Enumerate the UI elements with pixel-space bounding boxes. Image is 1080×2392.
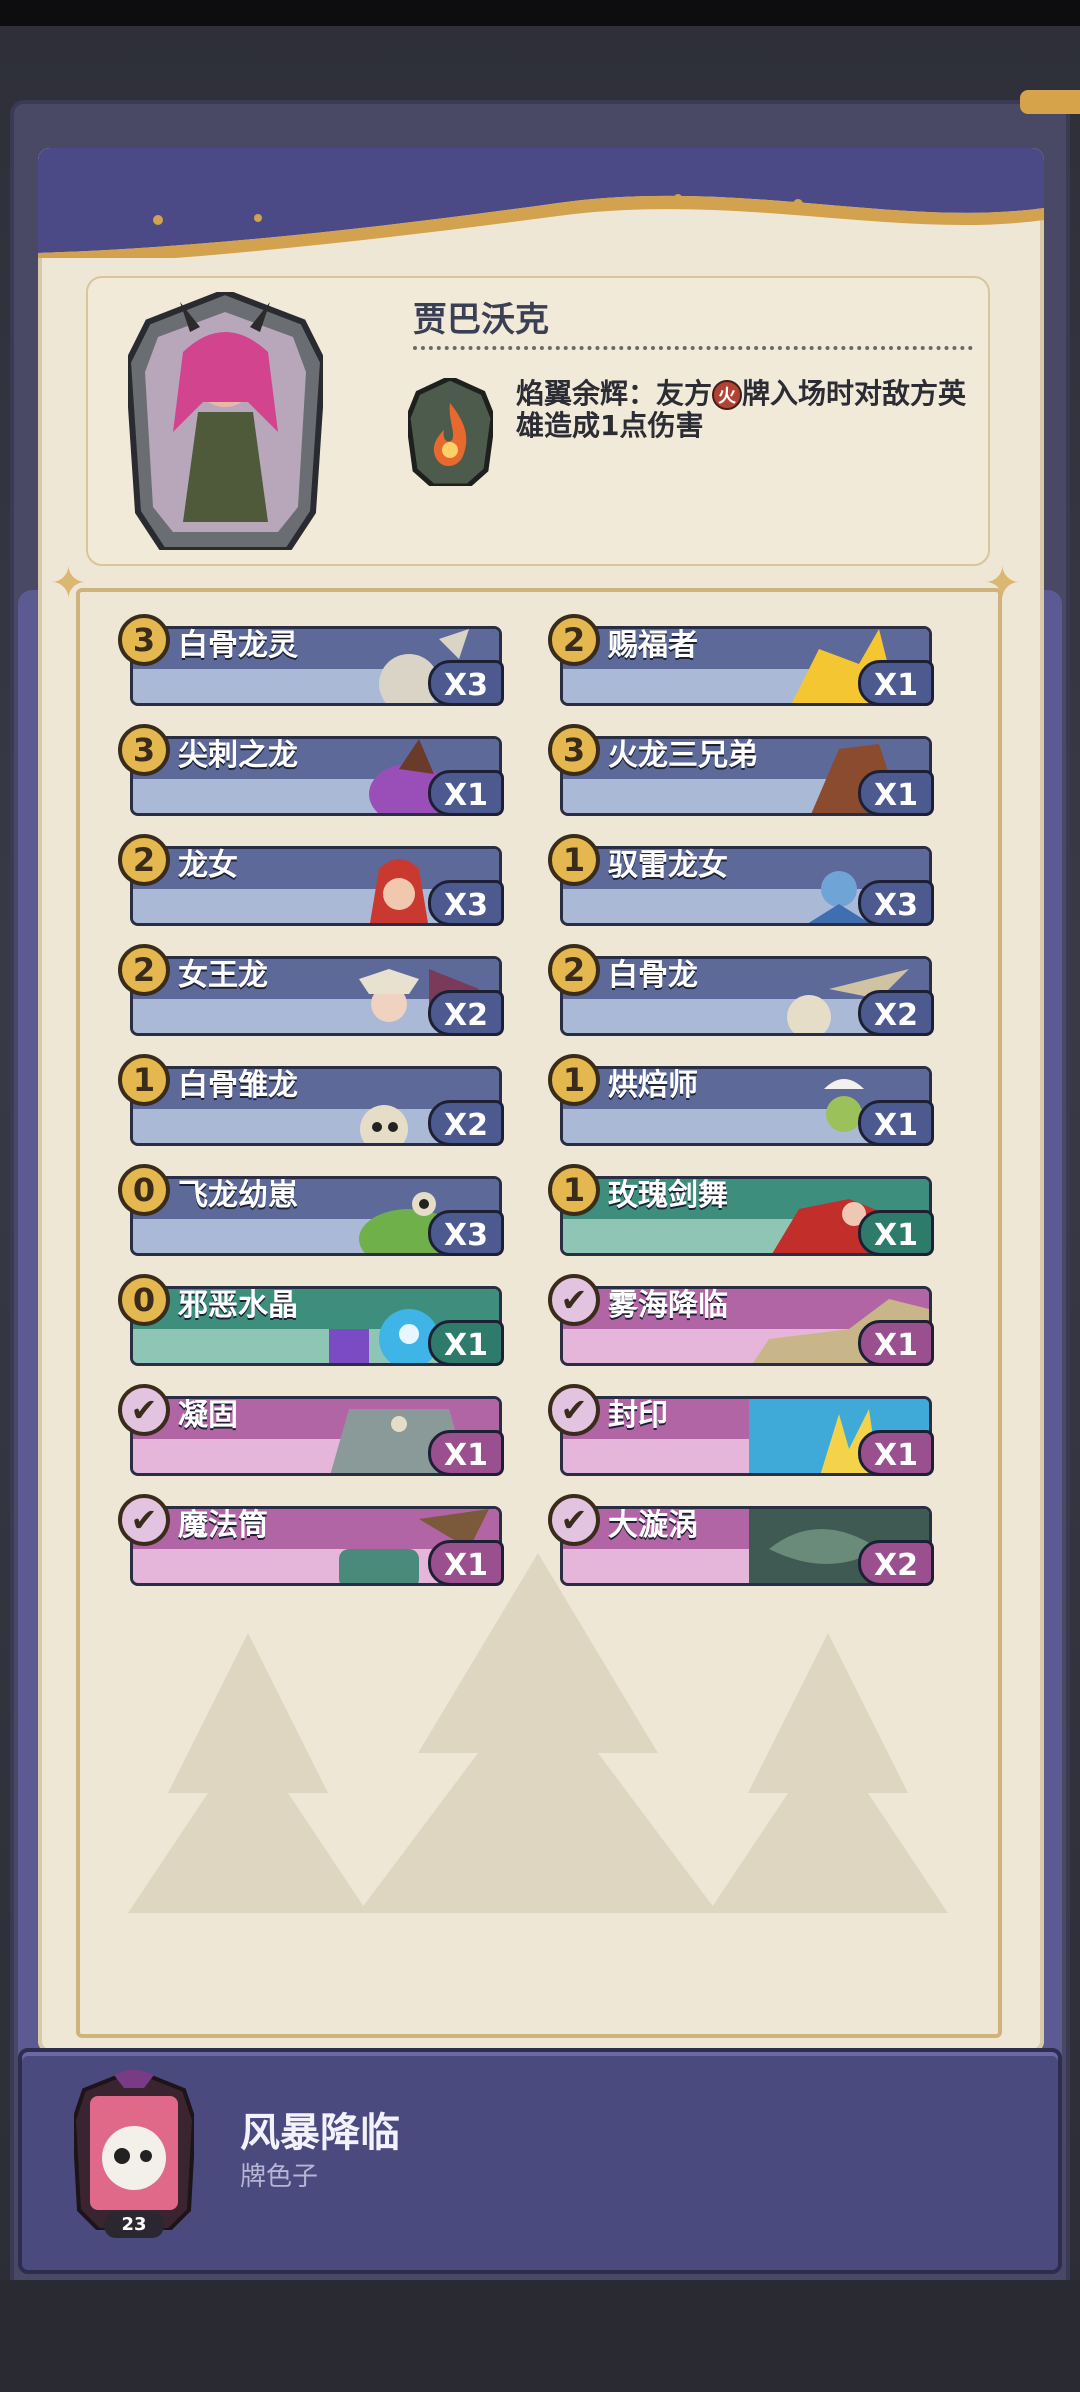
fire-element-icon: 火 [712, 380, 743, 410]
card-count: X2 [428, 1100, 504, 1146]
card-cost: 2 [118, 834, 170, 886]
card-name: 烘焙师 [608, 1068, 698, 1103]
card-name: 白骨龙灵 [178, 628, 298, 663]
skill-text-prefix: 焰翼余辉：友方 [516, 377, 713, 410]
card-cost: ✔ [118, 1494, 170, 1546]
card-name: 飞龙幼崽 [178, 1178, 298, 1213]
card-item[interactable]: ✔ 凝固 X1 [118, 1384, 504, 1476]
card-name: 白骨雏龙 [178, 1068, 298, 1103]
card-item[interactable]: 2 白骨龙 X2 [548, 944, 934, 1036]
deck-title: 风暴降临 [240, 2110, 400, 2156]
card-cost: ✔ [548, 1494, 600, 1546]
card-item[interactable]: ✔ 封印 X1 [548, 1384, 934, 1476]
gold-edge-decoration [1020, 90, 1080, 114]
card-count: X1 [428, 1320, 504, 1366]
card-count: X1 [858, 1430, 934, 1476]
card-name: 火龙三兄弟 [608, 738, 758, 773]
card-item[interactable]: 2 龙女 X3 [118, 834, 504, 926]
card-name: 凝固 [178, 1398, 238, 1433]
card-item[interactable]: ✔ 雾海降临 X1 [548, 1274, 934, 1366]
card-count: X1 [858, 660, 934, 706]
card-name: 尖刺之龙 [178, 738, 298, 773]
card-item[interactable]: 3 火龙三兄弟 X1 [548, 724, 934, 816]
card-cost: 1 [548, 834, 600, 886]
card-cost: 2 [548, 614, 600, 666]
navigation-bar [0, 2280, 1080, 2392]
card-count: X1 [858, 1320, 934, 1366]
card-item[interactable]: 2 赐福者 X1 [548, 614, 934, 706]
card-count: X1 [858, 1100, 934, 1146]
card-count: X2 [858, 990, 934, 1036]
card-cost: 3 [548, 724, 600, 776]
card-item[interactable]: ✔ 大漩涡 X2 [548, 1494, 934, 1586]
card-count: X1 [858, 770, 934, 816]
flame-skill-icon[interactable] [408, 378, 493, 486]
card-count: X3 [428, 1210, 504, 1256]
card-count: X2 [428, 990, 504, 1036]
card-count: X1 [428, 770, 504, 816]
card-cost: 3 [118, 614, 170, 666]
hero-info-box: 贾巴沃克 焰翼余辉：友方火牌入场时对敌方英雄造成1点伤害 [86, 276, 990, 566]
card-cost: 2 [118, 944, 170, 996]
card-item[interactable]: 0 邪恶水晶 X1 [118, 1274, 504, 1366]
card-count: X1 [428, 1540, 504, 1586]
header-wave-decoration [38, 148, 1044, 258]
card-name: 玫瑰剑舞 [608, 1178, 728, 1213]
card-cost: 2 [548, 944, 600, 996]
card-item[interactable]: 1 驭雷龙女 X3 [548, 834, 934, 926]
card-name: 大漩涡 [608, 1508, 698, 1543]
card-item[interactable]: 1 玫瑰剑舞 X1 [548, 1164, 934, 1256]
card-name: 封印 [608, 1398, 668, 1433]
deck-level-badge: 23 [104, 2212, 164, 2238]
card-item[interactable]: 1 烘焙师 X1 [548, 1054, 934, 1146]
card-count: X1 [428, 1430, 504, 1476]
card-name: 赐福者 [608, 628, 698, 663]
card-name: 龙女 [178, 848, 238, 883]
card-cost: ✔ [118, 1384, 170, 1436]
card-cost: ✔ [548, 1384, 600, 1436]
card-cost: 1 [548, 1164, 600, 1216]
card-name: 魔法筒 [178, 1508, 268, 1543]
star-decoration: ✦ [50, 558, 87, 609]
card-item[interactable]: 2 女王龙 X2 [118, 944, 504, 1036]
card-count: X3 [428, 660, 504, 706]
card-name: 雾海降临 [608, 1288, 728, 1323]
status-bar [0, 0, 1080, 26]
card-name: 女王龙 [178, 958, 268, 993]
card-item[interactable]: 3 尖刺之龙 X1 [118, 724, 504, 816]
card-name: 白骨龙 [608, 958, 698, 993]
card-cost: 0 [118, 1164, 170, 1216]
card-cost: 0 [118, 1274, 170, 1326]
card-cost: 3 [118, 724, 170, 776]
divider [413, 346, 973, 350]
card-item[interactable]: 3 白骨龙灵 X3 [118, 614, 504, 706]
card-count: X2 [858, 1540, 934, 1586]
card-name: 邪恶水晶 [178, 1288, 298, 1323]
card-count: X1 [858, 1210, 934, 1256]
deck-avatar[interactable] [74, 2070, 194, 2230]
hero-portrait[interactable] [128, 292, 323, 550]
hero-name: 贾巴沃克 [413, 300, 549, 340]
deck-summary-bar: 23 风暴降临 牌色子 [18, 2048, 1062, 2274]
star-decoration: ✦ [984, 558, 1021, 609]
card-cost: ✔ [548, 1274, 600, 1326]
card-item[interactable]: 0 飞龙幼崽 X3 [118, 1164, 504, 1256]
card-count: X3 [858, 880, 934, 926]
card-count: X3 [428, 880, 504, 926]
deck-subtitle: 牌色子 [240, 2162, 319, 2192]
card-cost: 1 [548, 1054, 600, 1106]
card-name: 驭雷龙女 [608, 848, 728, 883]
hero-skill-description: 焰翼余辉：友方火牌入场时对敌方英雄造成1点伤害 [516, 378, 986, 442]
card-item[interactable]: 1 白骨雏龙 X2 [118, 1054, 504, 1146]
card-item[interactable]: ✔ 魔法筒 X1 [118, 1494, 504, 1586]
card-cost: 1 [118, 1054, 170, 1106]
